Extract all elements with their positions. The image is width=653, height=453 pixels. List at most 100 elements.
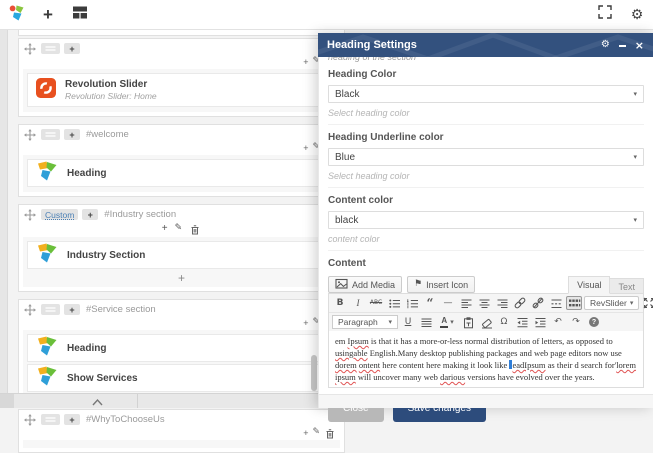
drag-handle-icon[interactable]: [23, 43, 37, 55]
drag-handle-icon[interactable]: [23, 304, 37, 316]
element-title: Industry Section: [67, 250, 145, 261]
justify-icon[interactable]: [418, 315, 434, 329]
element-card[interactable]: Show Services: [27, 364, 336, 392]
minimize-icon[interactable]: [619, 40, 626, 51]
fullscreen-button[interactable]: [589, 0, 621, 30]
text-segment: darious: [440, 372, 465, 382]
align-center-icon[interactable]: [476, 296, 492, 310]
underline-icon[interactable]: U: [400, 315, 416, 329]
chevron-up-icon[interactable]: [90, 395, 105, 413]
more-tag-icon[interactable]: [548, 296, 564, 310]
editor-content-area[interactable]: em Ipsum is that it has a more-or-less n…: [329, 331, 643, 387]
row-header: +: [19, 41, 344, 56]
revslider-icon: [36, 78, 56, 103]
row-add-button[interactable]: +: [64, 43, 80, 54]
field-select-dropdown[interactable]: black▾: [328, 211, 644, 229]
row-add-button[interactable]: +: [64, 129, 80, 140]
row-add-button[interactable]: +: [64, 414, 80, 425]
add-element-button[interactable]: +: [26, 271, 337, 284]
pencil-icon[interactable]: ✎: [312, 428, 320, 437]
row-layout-button[interactable]: [41, 304, 60, 315]
add-icon[interactable]: +: [162, 223, 168, 234]
settings-field: Content colorblack▾content color: [328, 188, 644, 251]
align-right-icon[interactable]: [494, 296, 510, 310]
text-segment: Ipsum: [348, 336, 369, 346]
add-icon[interactable]: +: [303, 143, 308, 153]
drag-handle-icon[interactable]: [23, 129, 37, 141]
outdent-icon[interactable]: [514, 315, 530, 329]
indent-icon[interactable]: [532, 315, 548, 329]
special-character-icon[interactable]: Ω: [496, 315, 512, 329]
element-card[interactable]: Heading: [27, 159, 336, 187]
chevron-down-icon: ▾: [633, 217, 637, 224]
paste-as-text-icon[interactable]: [460, 315, 476, 329]
bold-icon[interactable]: B: [332, 296, 348, 310]
trash-icon[interactable]: [324, 427, 336, 439]
canvas-left-gutter: [0, 30, 8, 393]
text-color-icon[interactable]: A▾: [436, 315, 458, 329]
left-scrollbar-thumb[interactable]: [311, 355, 317, 391]
strikethrough-icon[interactable]: ABC: [368, 296, 384, 310]
blockquote-icon[interactable]: “: [422, 296, 438, 310]
settings-gear-button[interactable]: ⚙: [621, 0, 653, 30]
drag-handle-icon[interactable]: [23, 414, 37, 426]
field-select-dropdown[interactable]: Black▾: [328, 85, 644, 103]
column-controls-center: +✎: [19, 222, 344, 235]
pencil-icon[interactable]: ✎: [175, 224, 183, 233]
row-add-button[interactable]: +: [82, 209, 98, 220]
field-label: Heading Underline color: [328, 132, 644, 143]
link-icon[interactable]: [512, 296, 528, 310]
element-title: Heading: [67, 343, 106, 354]
add-icon[interactable]: +: [303, 428, 308, 438]
numbered-list-icon[interactable]: [404, 296, 420, 310]
toolbar-toggle-icon[interactable]: [566, 296, 582, 310]
gear-icon[interactable]: ⚙: [601, 40, 610, 50]
field-helper-text: content color: [328, 234, 644, 244]
text-segment: dorem: [335, 360, 357, 370]
undo-icon[interactable]: ↶: [550, 315, 566, 329]
clear-formatting-icon[interactable]: [478, 315, 494, 329]
fullscreen-x-icon[interactable]: [641, 296, 653, 310]
redo-icon[interactable]: ↷: [568, 315, 584, 329]
close-icon[interactable]: ×: [635, 40, 644, 51]
drag-handle-icon[interactable]: [23, 209, 37, 221]
field-helper-text: Select heading color: [328, 171, 644, 181]
toolbar-row-2: Paragraph▾U A▾ Ω ↶↷?: [329, 313, 643, 331]
trash-icon[interactable]: [189, 223, 201, 235]
section-row: +#WhyToChooseUs+✎: [18, 409, 345, 453]
add-icon[interactable]: +: [303, 318, 308, 328]
insert-icon-button[interactable]: ⚑Insert Icon: [407, 276, 475, 293]
italic-icon[interactable]: I: [350, 296, 366, 310]
text-segment: ontent: [359, 360, 380, 370]
text-segment: as their d search for': [546, 360, 617, 370]
align-left-icon[interactable]: [458, 296, 474, 310]
add-icon[interactable]: +: [303, 57, 308, 67]
revslider-label: RevSlider: [590, 298, 627, 308]
row-layout-button[interactable]: [41, 43, 60, 54]
column-area: [23, 440, 340, 448]
element-card[interactable]: Industry Section: [27, 241, 336, 269]
modal-body: heading of the section Heading ColorBlac…: [318, 57, 653, 408]
text-segment: usingable: [335, 348, 368, 358]
vc-element-icon: [36, 160, 58, 187]
paragraph-select[interactable]: Paragraph▾: [332, 315, 398, 329]
top-toolbar: + ⚙: [0, 0, 653, 30]
bullet-list-icon[interactable]: [386, 296, 402, 310]
horizontal-rule-icon[interactable]: —: [440, 296, 456, 310]
custom-layout-button[interactable]: Custom: [41, 209, 78, 220]
row-add-button[interactable]: +: [64, 304, 80, 315]
element-card[interactable]: Revolution SliderRevolution Slider: Home: [27, 73, 336, 107]
row-layout-button[interactable]: [41, 414, 60, 425]
tab-text[interactable]: Text: [610, 278, 644, 294]
revslider-dropdown-button[interactable]: RevSlider▾: [584, 296, 639, 310]
column-area: Heading: [23, 155, 340, 192]
unlink-icon[interactable]: [530, 296, 546, 310]
field-select-dropdown[interactable]: Blue▾: [328, 148, 644, 166]
tab-visual[interactable]: Visual: [568, 276, 610, 294]
element-card[interactable]: Heading: [27, 334, 336, 362]
help-icon[interactable]: ?: [586, 315, 602, 329]
add-element-button[interactable]: +: [32, 0, 64, 30]
add-media-button[interactable]: Add Media: [328, 276, 402, 293]
row-layout-button[interactable]: [41, 129, 60, 140]
templates-button[interactable]: [64, 0, 96, 30]
